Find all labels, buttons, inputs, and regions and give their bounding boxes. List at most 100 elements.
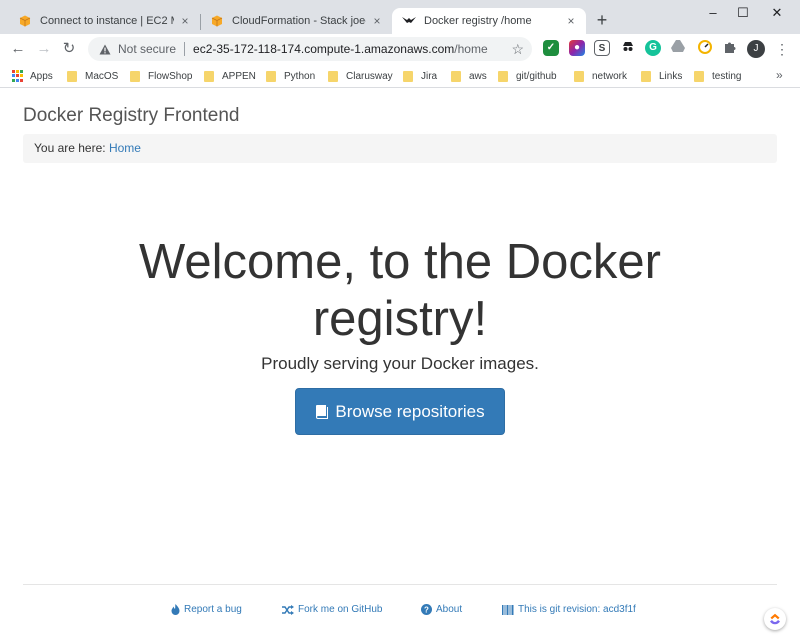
puzzle-extension-icon[interactable] [722, 40, 738, 56]
new-tab-button[interactable]: + [592, 10, 612, 30]
folder-icon [266, 70, 276, 82]
color-extension-icon[interactable]: ● [569, 40, 585, 56]
shield-extension-icon[interactable]: ✓ [543, 40, 559, 56]
speed-extension-icon[interactable] [697, 40, 713, 56]
folder-icon [328, 70, 338, 82]
breadcrumb-home-link[interactable]: Home [109, 141, 141, 155]
bookmark-label: FlowShop [148, 70, 193, 82]
bookmark-apps[interactable]: Apps [12, 68, 53, 84]
bookmark-folder[interactable]: Clarusway [328, 68, 393, 84]
about-link[interactable]: ? About [421, 604, 462, 615]
breadcrumb-prefix: You are here: [34, 141, 106, 155]
bookmark-label: Jira [421, 70, 438, 82]
back-button[interactable]: ← [7, 39, 29, 59]
tab-title: CloudFormation - Stack joe-blue [232, 15, 366, 27]
folder-icon [204, 70, 214, 82]
apps-grid-icon [12, 70, 24, 82]
forward-button[interactable]: → [33, 39, 55, 59]
report-bug-link[interactable]: Report a bug [171, 604, 242, 615]
tab-cloudformation[interactable]: CloudFormation - Stack joe-blue × [200, 8, 392, 34]
folder-icon [641, 70, 651, 82]
folder-icon [403, 70, 413, 82]
tab-ec2[interactable]: Connect to instance | EC2 Manag × [8, 8, 200, 34]
welcome-line: registry! [312, 292, 488, 346]
bookmark-label: APPEN [222, 70, 256, 82]
bookmark-star-icon[interactable]: ☆ [511, 41, 524, 57]
bookmark-label: MacOS [85, 70, 119, 82]
tab-close-icon[interactable]: × [370, 14, 384, 28]
tab-close-icon[interactable]: × [564, 14, 578, 28]
address-bar[interactable]: Not secure ec2-35-172-118-174.compute-1.… [88, 37, 532, 61]
shuffle-icon [282, 604, 294, 615]
bookmark-label: git/github [516, 70, 557, 82]
bookmark-folder[interactable]: testing [694, 68, 741, 84]
bookmark-label: network [592, 70, 628, 82]
folder-icon [130, 70, 140, 82]
folder-icon [574, 70, 584, 82]
bookmark-folder[interactable]: Links [641, 68, 682, 84]
folder-icon [498, 70, 508, 82]
bookmark-folder[interactable]: aws [451, 68, 487, 84]
bookmark-label: aws [469, 70, 487, 82]
security-label: Not secure [118, 42, 177, 56]
about-label: About [436, 604, 463, 615]
aws-box-icon [210, 14, 224, 28]
bookmark-folder[interactable]: network [574, 68, 627, 84]
reload-button[interactable]: ↻ [58, 39, 80, 59]
bookmark-folder[interactable]: Jira [403, 68, 437, 84]
folder-icon [451, 70, 461, 82]
question-circle-icon: ? [421, 604, 432, 615]
bookmarks-bar: Apps MacOS FlowShop APPEN Python Clarusw… [0, 64, 800, 88]
url-path: /home [454, 42, 488, 56]
folder-icon [694, 70, 704, 82]
aws-box-icon [18, 14, 32, 28]
bookmark-label: testing [712, 70, 742, 82]
minimize-button[interactable]: – [700, 2, 726, 24]
browser-toolbar: ← → ↻ Not secure ec2-35-172-118-174.comp… [0, 34, 800, 64]
report-bug-label: Report a bug [184, 604, 242, 615]
bookmark-folder[interactable]: APPEN [204, 68, 256, 84]
welcome-line: Welcome, to the Docker [139, 235, 661, 289]
tab-close-icon[interactable]: × [178, 14, 192, 28]
bookmark-label: Clarusway [346, 70, 393, 82]
browse-button-label: Browse repositories [335, 401, 485, 421]
fire-icon [171, 604, 180, 615]
url-host: ec2-35-172-118-174.compute-1.amazonaws.c… [193, 42, 455, 56]
maximize-button[interactable]: ☐ [730, 2, 756, 24]
browser-tab-strip: Connect to instance | EC2 Manag × CloudF… [0, 0, 800, 34]
bookmark-folder[interactable]: git/github [498, 68, 557, 84]
spy-extension-icon[interactable] [620, 40, 636, 56]
fork-github-label: Fork me on GitHub [298, 604, 383, 615]
git-revision-label: This is git revision: acd3f1f [518, 604, 636, 615]
bookmark-folder[interactable]: MacOS [67, 68, 118, 84]
grammarly-extension-icon[interactable]: G [645, 40, 661, 56]
bookmark-label: Links [659, 70, 683, 82]
bookmark-folder[interactable]: Python [266, 68, 315, 84]
page-content: Docker Registry Frontend You are here: H… [0, 89, 800, 643]
tab-docker-registry[interactable]: Docker registry /home × [392, 8, 586, 34]
profile-avatar[interactable]: J [747, 40, 765, 58]
bookmark-folder[interactable]: FlowShop [130, 68, 192, 84]
close-window-button[interactable]: ✕ [764, 2, 790, 24]
clickup-launcher-icon[interactable] [764, 608, 786, 630]
fork-github-link[interactable]: Fork me on GitHub [282, 604, 382, 615]
browse-repositories-button[interactable]: Browse repositories [295, 388, 505, 435]
site-title[interactable]: Docker Registry Frontend [23, 105, 239, 127]
bookmark-label: Python [284, 70, 316, 82]
s-extension-icon[interactable]: S [594, 40, 610, 56]
folder-icon [67, 70, 77, 82]
svg-text:?: ? [424, 606, 429, 615]
bookmark-label: Apps [30, 70, 53, 82]
bookmarks-overflow-icon[interactable]: » [776, 68, 783, 82]
tab-title: Docker registry /home [424, 15, 532, 27]
crow-logo-icon [402, 14, 416, 28]
footer-divider [23, 584, 777, 585]
book-icon [315, 404, 329, 419]
git-revision-link[interactable]: This is git revision: acd3f1f [502, 604, 636, 615]
welcome-heading: Welcome, to the Docker registry! [100, 234, 700, 348]
tab-title: Connect to instance | EC2 Manag [40, 15, 174, 27]
browser-menu-icon[interactable]: ⋮ [775, 40, 789, 58]
breadcrumb: You are here: Home [23, 134, 777, 163]
lead-text: Proudly serving your Docker images. [261, 354, 539, 373]
drive-extension-icon[interactable] [670, 40, 686, 56]
